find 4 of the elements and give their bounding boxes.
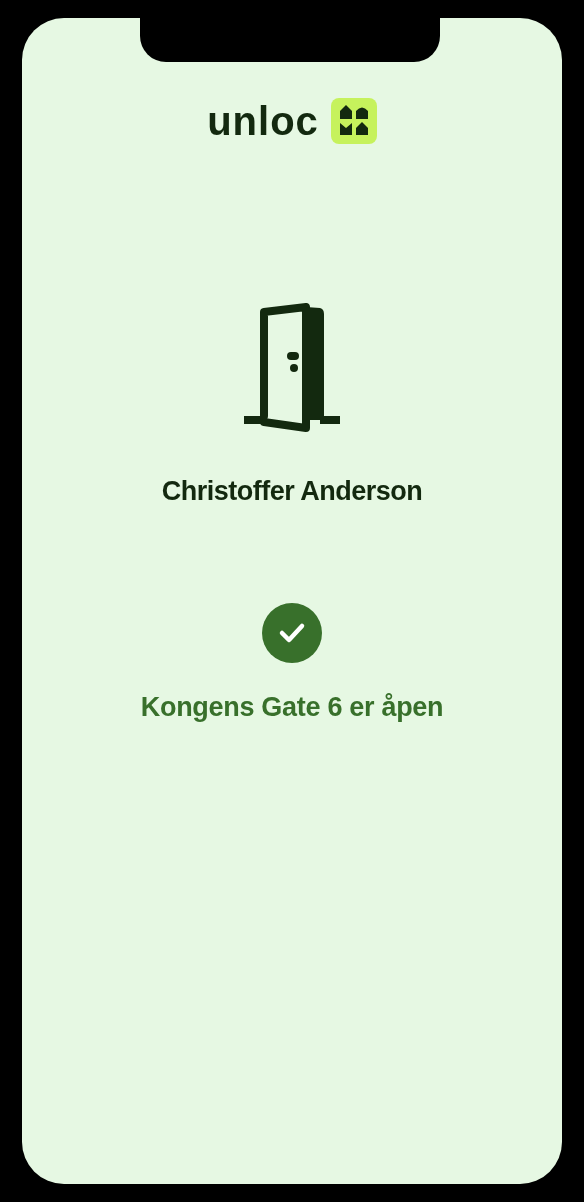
logo-icon [330,98,377,144]
status-message: Kongens Gate 6 er åpen [140,692,444,723]
logo-wordmark: unloc [207,98,319,144]
user-name: Christoffer Anderson [161,476,423,507]
